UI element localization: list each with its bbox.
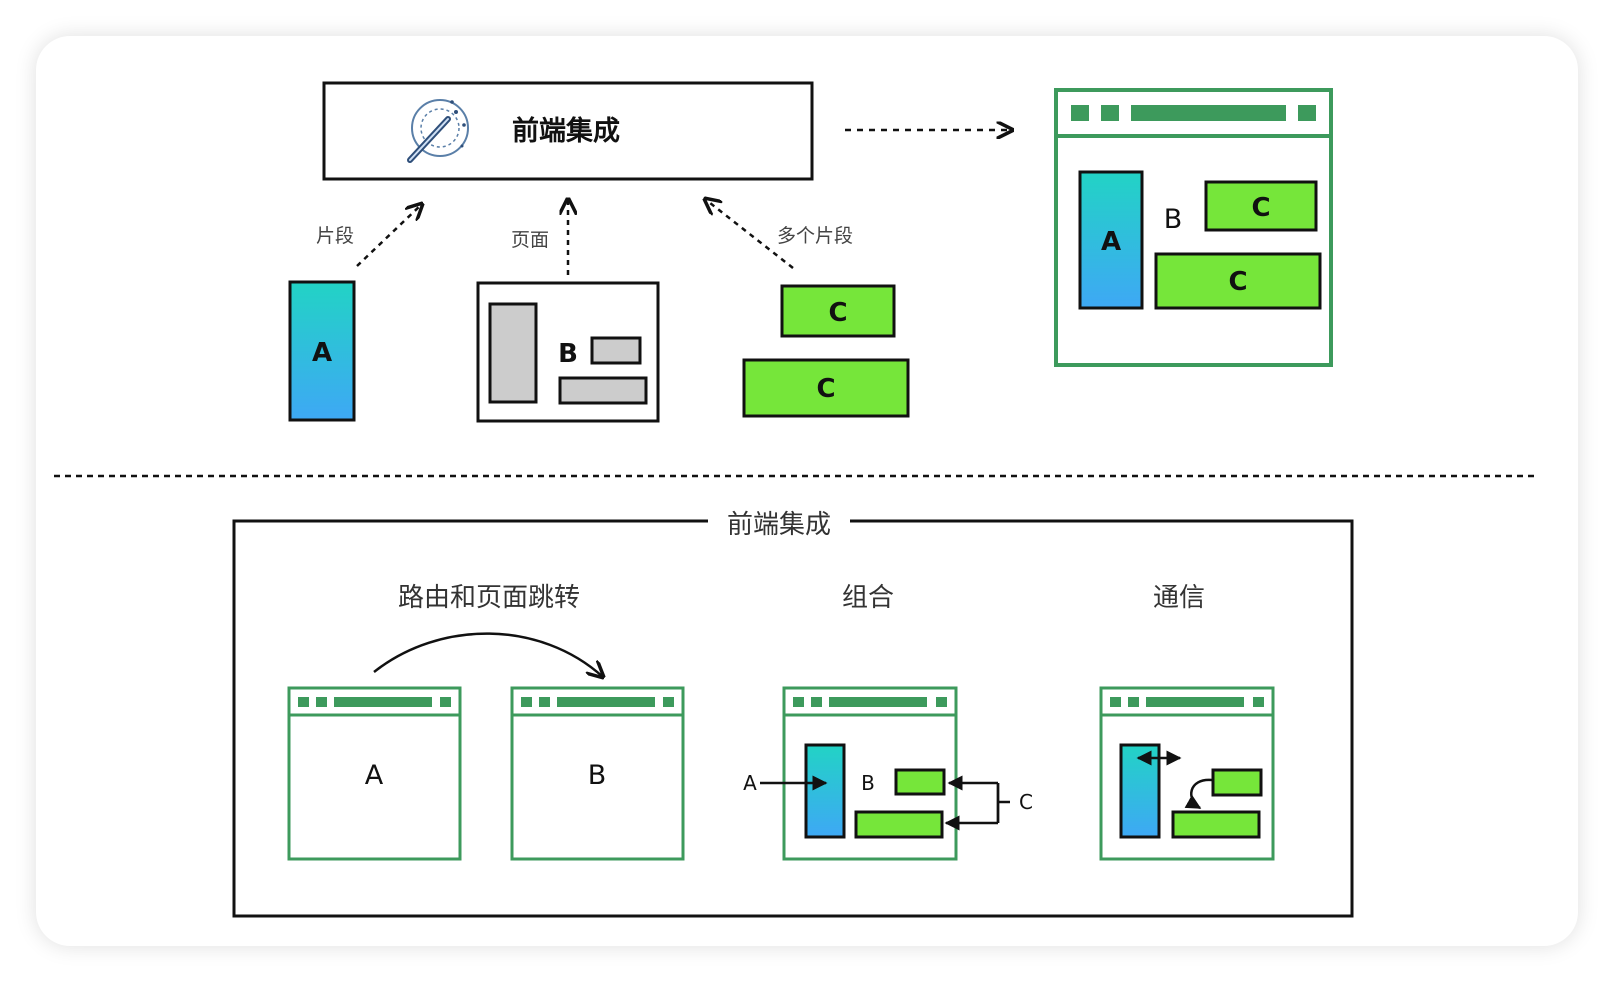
page-b: B [476,281,660,423]
route-page-a-label: A [365,760,384,791]
route-page-a: A [287,686,462,861]
result-browser-window: A B C C [1054,88,1333,367]
fragment-a: A [288,280,356,422]
fragment-c2-label: C [816,374,835,404]
multi-fragment-arrow-label: 多个片段 [777,225,853,247]
result-a-label: A [1101,227,1121,257]
composition-window: B [782,686,958,861]
page-b-label: B [558,339,578,369]
fragment-arrow [356,204,422,267]
page-arrow-label: 页面 [511,229,549,251]
group-title: 前端集成 [727,510,831,540]
integration-title: 前端集成 [512,115,620,147]
fragment-a-label: A [312,338,332,368]
communication-title: 通信 [1153,583,1205,613]
route-page-b-label: B [588,760,607,791]
routing-title: 路由和页面跳转 [398,583,580,613]
route-page-b: B [510,686,685,861]
result-b-label: B [1164,204,1183,235]
compose-a-label: A [743,771,757,795]
integration-box: 前端集成 [322,81,814,181]
fragment-arrow-label: 片段 [316,225,354,247]
composition-title: 组合 [842,583,894,613]
compose-c-label: C [1019,790,1033,814]
result-c2-label: C [1228,267,1247,297]
fragment-c-small: C [780,284,896,338]
micro-frontend-diagram: 前端集成 片段 页面 多个片段 A B C C A B C C 前端集成 路由和… [54,81,1534,918]
communication-window [1099,686,1275,861]
compose-b-label: B [861,771,875,795]
result-c1-label: C [1251,193,1270,223]
fragment-c1-label: C [828,298,847,328]
fragment-c-large: C [742,358,910,418]
route-transition-arrow [373,632,603,677]
